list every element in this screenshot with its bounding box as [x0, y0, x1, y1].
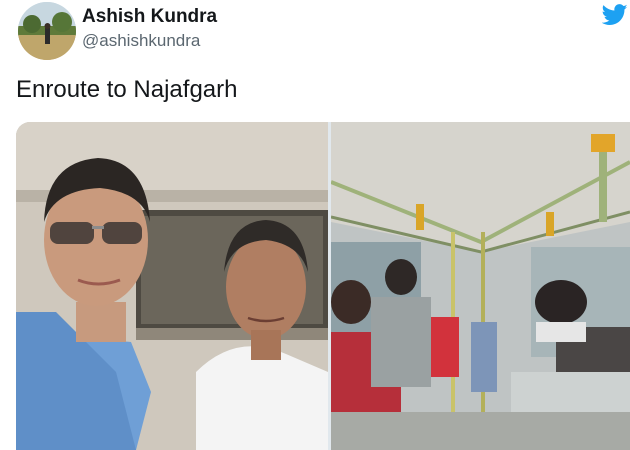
selfie-photo[interactable] — [16, 122, 328, 450]
tweet-text: Enroute to Najafgarh — [16, 76, 238, 103]
tweet-header: Ashish Kundra @ashishkundra — [18, 0, 630, 60]
author-handle[interactable]: @ashishkundra — [82, 31, 200, 51]
bus-interior-photo[interactable] — [331, 122, 630, 450]
author-avatar[interactable] — [18, 2, 76, 60]
author-display-name[interactable]: Ashish Kundra — [82, 6, 217, 28]
twitter-bird-icon[interactable] — [602, 4, 628, 26]
tweet-media — [16, 122, 630, 450]
